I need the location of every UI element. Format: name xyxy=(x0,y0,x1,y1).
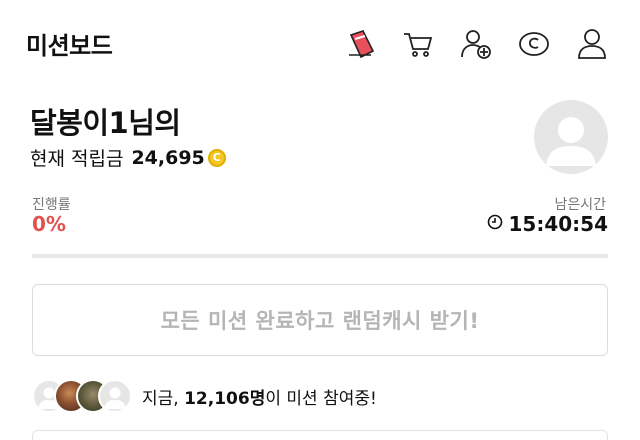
clock-icon xyxy=(487,214,503,234)
progress-label: 진행률 xyxy=(32,197,71,213)
profile-section: 달봉이1님의 현재 적립금 24,695 C xyxy=(0,96,640,196)
avatar[interactable] xyxy=(534,100,608,174)
profile-icon[interactable] xyxy=(574,26,610,62)
participant-avatar xyxy=(98,379,132,413)
remaining-time-value: 15:40:54 xyxy=(508,212,609,236)
remaining-time-label: 남은시간 xyxy=(554,197,606,213)
participants-prefix: 지금, xyxy=(142,388,185,409)
mission-card[interactable] xyxy=(32,430,608,440)
progress-divider xyxy=(32,254,608,258)
participants-count: 12,106명 xyxy=(184,388,266,409)
participants-suffix: 이 미션 참여중! xyxy=(265,388,377,409)
cash-coin-icon[interactable] xyxy=(516,26,552,62)
remaining-time-row: 15:40:54 xyxy=(487,212,609,236)
points-label: 현재 적립금 xyxy=(30,148,124,170)
ticket-icon[interactable] xyxy=(342,26,378,62)
header: 미션보드 xyxy=(0,0,640,88)
nickname: 달봉이1님의 xyxy=(30,106,181,140)
points-row: 현재 적립금 24,695 C xyxy=(30,144,226,171)
cart-icon[interactable] xyxy=(400,26,436,62)
header-icons xyxy=(342,26,610,62)
points-value: 24,695 xyxy=(131,146,205,169)
claim-random-cash-button[interactable]: 모든 미션 완료하고 랜덤캐시 받기! xyxy=(32,284,608,356)
progress-value: 0% xyxy=(32,212,66,236)
app-title: 미션보드 xyxy=(26,32,113,60)
coin-icon: C xyxy=(207,148,226,167)
add-friend-icon[interactable] xyxy=(458,26,494,62)
stats-section: 진행률 0% 남은시간 15:40:54 xyxy=(0,192,640,248)
participants-row: 지금, 12,106명이 미션 참여중! xyxy=(32,376,377,416)
participants-text: 지금, 12,106명이 미션 참여중! xyxy=(142,384,377,409)
